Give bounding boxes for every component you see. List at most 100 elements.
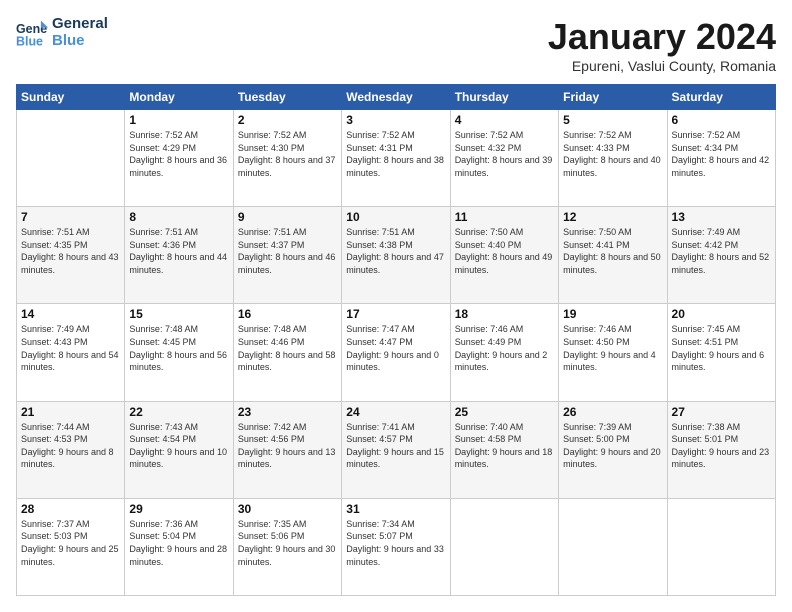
calendar-week-row: 21 Sunrise: 7:44 AMSunset: 4:53 PMDaylig… bbox=[17, 401, 776, 498]
day-number: 6 bbox=[672, 113, 771, 127]
logo-line2: Blue bbox=[52, 33, 108, 50]
cell-text: Sunrise: 7:49 AMSunset: 4:43 PMDaylight:… bbox=[21, 323, 120, 373]
calendar-week-row: 7 Sunrise: 7:51 AMSunset: 4:35 PMDayligh… bbox=[17, 207, 776, 304]
cell-text: Sunrise: 7:43 AMSunset: 4:54 PMDaylight:… bbox=[129, 421, 228, 471]
day-number: 10 bbox=[346, 210, 445, 224]
calendar-cell: 22 Sunrise: 7:43 AMSunset: 4:54 PMDaylig… bbox=[125, 401, 233, 498]
calendar-cell: 12 Sunrise: 7:50 AMSunset: 4:41 PMDaylig… bbox=[559, 207, 667, 304]
calendar-cell: 25 Sunrise: 7:40 AMSunset: 4:58 PMDaylig… bbox=[450, 401, 558, 498]
cell-text: Sunrise: 7:51 AMSunset: 4:37 PMDaylight:… bbox=[238, 226, 337, 276]
calendar-cell: 23 Sunrise: 7:42 AMSunset: 4:56 PMDaylig… bbox=[233, 401, 341, 498]
calendar-cell: 29 Sunrise: 7:36 AMSunset: 5:04 PMDaylig… bbox=[125, 498, 233, 595]
day-number: 16 bbox=[238, 307, 337, 321]
cell-text: Sunrise: 7:52 AMSunset: 4:31 PMDaylight:… bbox=[346, 129, 445, 179]
day-number: 13 bbox=[672, 210, 771, 224]
cell-text: Sunrise: 7:52 AMSunset: 4:29 PMDaylight:… bbox=[129, 129, 228, 179]
calendar-cell: 9 Sunrise: 7:51 AMSunset: 4:37 PMDayligh… bbox=[233, 207, 341, 304]
day-number: 24 bbox=[346, 405, 445, 419]
calendar-cell bbox=[450, 498, 558, 595]
cell-text: Sunrise: 7:39 AMSunset: 5:00 PMDaylight:… bbox=[563, 421, 662, 471]
calendar-cell: 5 Sunrise: 7:52 AMSunset: 4:33 PMDayligh… bbox=[559, 110, 667, 207]
cell-text: Sunrise: 7:42 AMSunset: 4:56 PMDaylight:… bbox=[238, 421, 337, 471]
weekday-header: Tuesday bbox=[233, 85, 341, 110]
cell-text: Sunrise: 7:49 AMSunset: 4:42 PMDaylight:… bbox=[672, 226, 771, 276]
cell-text: Sunrise: 7:50 AMSunset: 4:41 PMDaylight:… bbox=[563, 226, 662, 276]
cell-text: Sunrise: 7:40 AMSunset: 4:58 PMDaylight:… bbox=[455, 421, 554, 471]
weekday-header: Saturday bbox=[667, 85, 775, 110]
cell-text: Sunrise: 7:38 AMSunset: 5:01 PMDaylight:… bbox=[672, 421, 771, 471]
cell-text: Sunrise: 7:48 AMSunset: 4:45 PMDaylight:… bbox=[129, 323, 228, 373]
calendar-cell: 2 Sunrise: 7:52 AMSunset: 4:30 PMDayligh… bbox=[233, 110, 341, 207]
calendar-cell: 10 Sunrise: 7:51 AMSunset: 4:38 PMDaylig… bbox=[342, 207, 450, 304]
calendar-body: 1 Sunrise: 7:52 AMSunset: 4:29 PMDayligh… bbox=[17, 110, 776, 596]
cell-text: Sunrise: 7:36 AMSunset: 5:04 PMDaylight:… bbox=[129, 518, 228, 568]
location: Epureni, Vaslui County, Romania bbox=[548, 58, 776, 74]
calendar-cell: 7 Sunrise: 7:51 AMSunset: 4:35 PMDayligh… bbox=[17, 207, 125, 304]
cell-text: Sunrise: 7:47 AMSunset: 4:47 PMDaylight:… bbox=[346, 323, 445, 373]
cell-text: Sunrise: 7:52 AMSunset: 4:34 PMDaylight:… bbox=[672, 129, 771, 179]
cell-text: Sunrise: 7:48 AMSunset: 4:46 PMDaylight:… bbox=[238, 323, 337, 373]
calendar-cell: 31 Sunrise: 7:34 AMSunset: 5:07 PMDaylig… bbox=[342, 498, 450, 595]
day-number: 28 bbox=[21, 502, 120, 516]
logo-icon: General Blue bbox=[16, 17, 48, 49]
day-number: 17 bbox=[346, 307, 445, 321]
calendar-week-row: 28 Sunrise: 7:37 AMSunset: 5:03 PMDaylig… bbox=[17, 498, 776, 595]
cell-text: Sunrise: 7:46 AMSunset: 4:50 PMDaylight:… bbox=[563, 323, 662, 373]
month-title: January 2024 bbox=[548, 16, 776, 58]
logo: General Blue General Blue bbox=[16, 16, 108, 49]
calendar-cell: 24 Sunrise: 7:41 AMSunset: 4:57 PMDaylig… bbox=[342, 401, 450, 498]
calendar-cell: 26 Sunrise: 7:39 AMSunset: 5:00 PMDaylig… bbox=[559, 401, 667, 498]
day-number: 20 bbox=[672, 307, 771, 321]
calendar-week-row: 1 Sunrise: 7:52 AMSunset: 4:29 PMDayligh… bbox=[17, 110, 776, 207]
day-number: 2 bbox=[238, 113, 337, 127]
calendar-cell bbox=[17, 110, 125, 207]
calendar-cell bbox=[559, 498, 667, 595]
day-number: 3 bbox=[346, 113, 445, 127]
cell-text: Sunrise: 7:37 AMSunset: 5:03 PMDaylight:… bbox=[21, 518, 120, 568]
calendar-cell: 13 Sunrise: 7:49 AMSunset: 4:42 PMDaylig… bbox=[667, 207, 775, 304]
day-number: 23 bbox=[238, 405, 337, 419]
day-number: 18 bbox=[455, 307, 554, 321]
calendar-cell: 16 Sunrise: 7:48 AMSunset: 4:46 PMDaylig… bbox=[233, 304, 341, 401]
calendar-cell: 4 Sunrise: 7:52 AMSunset: 4:32 PMDayligh… bbox=[450, 110, 558, 207]
calendar-cell: 6 Sunrise: 7:52 AMSunset: 4:34 PMDayligh… bbox=[667, 110, 775, 207]
calendar-cell: 14 Sunrise: 7:49 AMSunset: 4:43 PMDaylig… bbox=[17, 304, 125, 401]
day-number: 31 bbox=[346, 502, 445, 516]
day-number: 5 bbox=[563, 113, 662, 127]
calendar-week-row: 14 Sunrise: 7:49 AMSunset: 4:43 PMDaylig… bbox=[17, 304, 776, 401]
day-number: 9 bbox=[238, 210, 337, 224]
cell-text: Sunrise: 7:34 AMSunset: 5:07 PMDaylight:… bbox=[346, 518, 445, 568]
calendar-table: SundayMondayTuesdayWednesdayThursdayFrid… bbox=[16, 84, 776, 596]
calendar-cell: 30 Sunrise: 7:35 AMSunset: 5:06 PMDaylig… bbox=[233, 498, 341, 595]
weekday-header: Thursday bbox=[450, 85, 558, 110]
calendar-cell: 17 Sunrise: 7:47 AMSunset: 4:47 PMDaylig… bbox=[342, 304, 450, 401]
cell-text: Sunrise: 7:52 AMSunset: 4:33 PMDaylight:… bbox=[563, 129, 662, 179]
calendar-cell: 18 Sunrise: 7:46 AMSunset: 4:49 PMDaylig… bbox=[450, 304, 558, 401]
day-number: 27 bbox=[672, 405, 771, 419]
weekday-header: Wednesday bbox=[342, 85, 450, 110]
day-number: 21 bbox=[21, 405, 120, 419]
day-number: 12 bbox=[563, 210, 662, 224]
calendar-cell: 20 Sunrise: 7:45 AMSunset: 4:51 PMDaylig… bbox=[667, 304, 775, 401]
day-number: 14 bbox=[21, 307, 120, 321]
day-number: 11 bbox=[455, 210, 554, 224]
calendar-cell: 27 Sunrise: 7:38 AMSunset: 5:01 PMDaylig… bbox=[667, 401, 775, 498]
cell-text: Sunrise: 7:46 AMSunset: 4:49 PMDaylight:… bbox=[455, 323, 554, 373]
calendar-cell: 28 Sunrise: 7:37 AMSunset: 5:03 PMDaylig… bbox=[17, 498, 125, 595]
calendar-cell: 15 Sunrise: 7:48 AMSunset: 4:45 PMDaylig… bbox=[125, 304, 233, 401]
calendar-header-row: SundayMondayTuesdayWednesdayThursdayFrid… bbox=[17, 85, 776, 110]
day-number: 15 bbox=[129, 307, 228, 321]
day-number: 26 bbox=[563, 405, 662, 419]
day-number: 1 bbox=[129, 113, 228, 127]
calendar-cell: 21 Sunrise: 7:44 AMSunset: 4:53 PMDaylig… bbox=[17, 401, 125, 498]
cell-text: Sunrise: 7:35 AMSunset: 5:06 PMDaylight:… bbox=[238, 518, 337, 568]
cell-text: Sunrise: 7:51 AMSunset: 4:38 PMDaylight:… bbox=[346, 226, 445, 276]
cell-text: Sunrise: 7:52 AMSunset: 4:32 PMDaylight:… bbox=[455, 129, 554, 179]
cell-text: Sunrise: 7:52 AMSunset: 4:30 PMDaylight:… bbox=[238, 129, 337, 179]
cell-text: Sunrise: 7:41 AMSunset: 4:57 PMDaylight:… bbox=[346, 421, 445, 471]
day-number: 29 bbox=[129, 502, 228, 516]
header: General Blue General Blue January 2024 E… bbox=[16, 16, 776, 74]
calendar-cell: 1 Sunrise: 7:52 AMSunset: 4:29 PMDayligh… bbox=[125, 110, 233, 207]
cell-text: Sunrise: 7:44 AMSunset: 4:53 PMDaylight:… bbox=[21, 421, 120, 471]
title-block: January 2024 Epureni, Vaslui County, Rom… bbox=[548, 16, 776, 74]
